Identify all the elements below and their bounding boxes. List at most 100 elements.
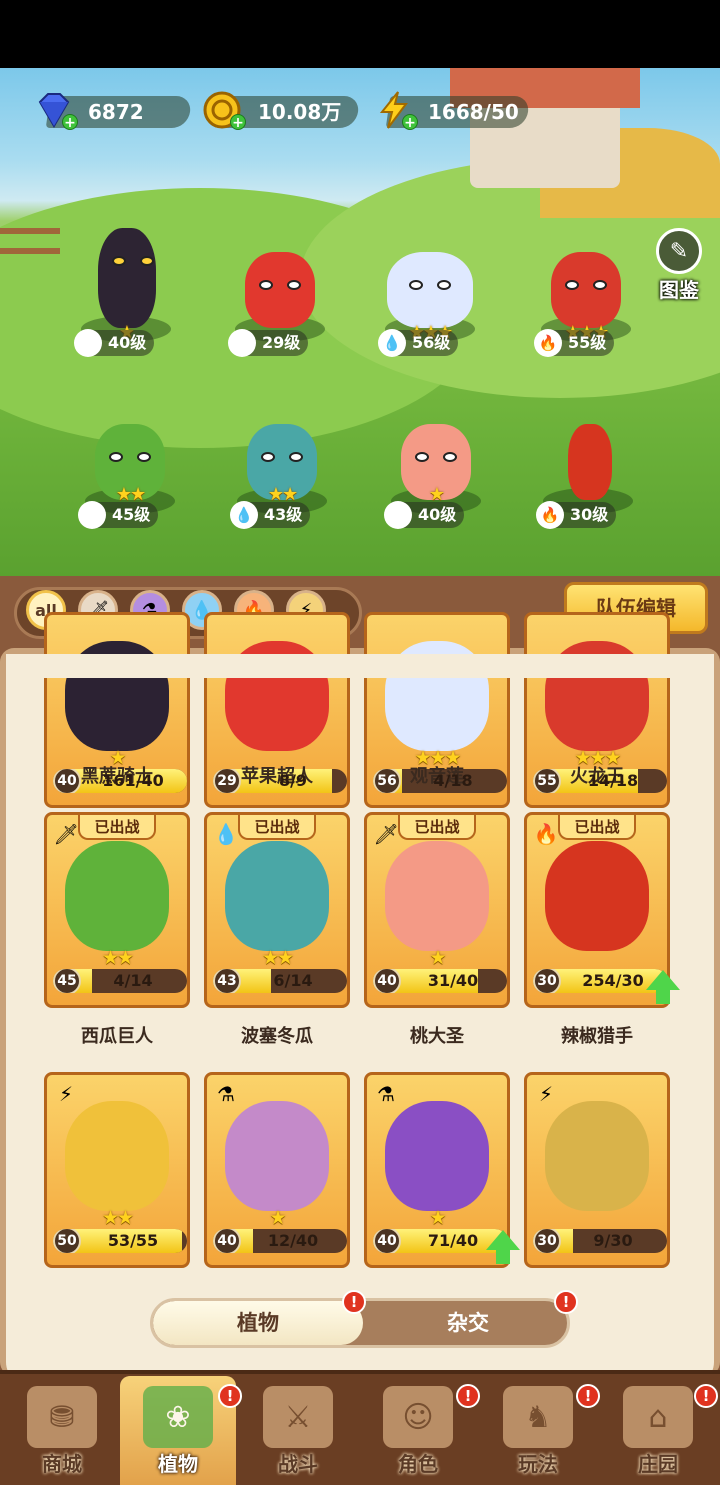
- add-coins-icon[interactable]: +: [230, 114, 246, 131]
- alert-badge: !: [456, 1384, 480, 1408]
- card-progress: 30 9/30: [533, 1229, 667, 1253]
- sword-icon: 🗡: [74, 329, 102, 357]
- shop-icon: ⛃: [27, 1386, 97, 1448]
- field-hero[interactable]: 🔥 30级: [528, 398, 648, 529]
- hero-sprite: [245, 252, 315, 328]
- plant-card[interactable]: 29 8/9: [204, 612, 350, 808]
- plant-card[interactable]: ★ 40 161/40: [44, 612, 190, 808]
- nav-battle[interactable]: ⚔ 战斗: [240, 1376, 356, 1485]
- gems-value: 6872: [88, 100, 144, 124]
- plant-card[interactable]: 已出战 🔥 30 254/30: [524, 812, 670, 1008]
- tab-plants[interactable]: 植物: [153, 1301, 363, 1345]
- card-progress: 40 161/40: [53, 769, 187, 793]
- card-progress: 40 12/40: [213, 1229, 347, 1253]
- card-name: 桃大圣: [410, 1026, 464, 1047]
- lightning-icon: ⚡: [58, 1082, 74, 1106]
- field-hero[interactable]: ★★ 💧 43级: [222, 398, 342, 529]
- plant-card[interactable]: ⚗ ★ 40 71/40: [364, 1072, 510, 1268]
- list-top-edge: [6, 654, 714, 678]
- potion-icon: ⚗: [377, 1082, 395, 1106]
- hero-level-badge: 🗡 40级: [74, 329, 155, 357]
- potion-icon: ⚗: [217, 1082, 235, 1106]
- energy-value: 1668/50: [428, 100, 519, 124]
- card-name: 西瓜巨人: [81, 1026, 153, 1047]
- hero-level-badge: 🔥 30级: [536, 501, 617, 529]
- sword-icon: 🗡: [78, 501, 106, 529]
- hero-sprite: [551, 252, 621, 328]
- card-stars: ★★: [101, 1207, 134, 1229]
- field-hero[interactable]: ★★ 🗡 45级: [70, 398, 190, 529]
- field-hero[interactable]: ★★★ 💧56级: [370, 226, 490, 357]
- hero-level-badge: 💧 56级: [378, 329, 459, 357]
- field-hero[interactable]: ★ 🗡40级: [66, 226, 186, 357]
- card-progress: 55 14/18: [533, 769, 667, 793]
- card-stars: ★: [429, 1207, 446, 1229]
- water-drop-icon: 💧: [230, 501, 258, 529]
- card-name: 辣椒猎手: [561, 1026, 633, 1047]
- add-energy-icon[interactable]: +: [402, 114, 418, 131]
- card-name: 波塞冬瓜: [241, 1026, 313, 1047]
- card-progress: 40 31/40: [373, 969, 507, 993]
- plant-card[interactable]: ★★★ 56 4/18: [364, 612, 510, 808]
- plant-card[interactable]: 已出战 🗡 ★★ 45 4/14: [44, 812, 190, 1008]
- card-progress: 40 71/40: [373, 1229, 507, 1253]
- character-icon: ☺: [383, 1386, 453, 1448]
- coins-value: 10.08万: [258, 100, 342, 124]
- plant-card[interactable]: 已出战 🗡 ★ 40 31/40: [364, 812, 510, 1008]
- nav-shop[interactable]: ⛃ 商城: [4, 1376, 120, 1485]
- alert-badge: !: [342, 1290, 366, 1314]
- card-progress: 56 4/18: [373, 769, 507, 793]
- hero-level-badge: 🗡 29级: [228, 329, 309, 357]
- coin-icon[interactable]: +: [200, 88, 246, 132]
- fire-icon: 🔥: [536, 501, 564, 529]
- alert-badge: !: [694, 1384, 718, 1408]
- alert-badge: !: [218, 1384, 242, 1408]
- card-progress: 29 8/9: [213, 769, 347, 793]
- hero-sprite: [568, 424, 612, 500]
- hero-level-badge: 🔥 55级: [534, 329, 615, 357]
- gem-icon[interactable]: +: [32, 88, 78, 132]
- plant-card[interactable]: 已出战 💧 ★★ 43 6/14: [204, 812, 350, 1008]
- lightning-icon[interactable]: +: [372, 88, 418, 132]
- plant-card[interactable]: ★★★ 55 14/18: [524, 612, 670, 808]
- gameplay-icon: ♞: [503, 1386, 573, 1448]
- fire-icon: 🔥: [533, 822, 559, 846]
- sword-icon: 🗡: [384, 501, 412, 529]
- fire-icon: 🔥: [534, 329, 562, 357]
- card-progress: 45 4/14: [53, 969, 187, 993]
- field-hero[interactable]: ★★★ 🔥55级: [526, 226, 646, 357]
- manor-icon: ⌂: [623, 1386, 693, 1448]
- card-progress: 30 254/30: [533, 969, 667, 993]
- hero-level-badge: 🗡 40级: [384, 501, 465, 529]
- card-stars: ★: [429, 947, 446, 969]
- hero-sprite: [98, 228, 156, 328]
- card-stars: ★★: [261, 947, 294, 969]
- water-drop-icon: 💧: [213, 822, 239, 846]
- hero-sprite: [387, 252, 473, 328]
- alert-badge: !: [554, 1290, 578, 1314]
- list-bottom-edge: [6, 1268, 714, 1292]
- tab-hybrid[interactable]: 杂交: [363, 1301, 567, 1345]
- status-bar: [0, 0, 720, 68]
- water-drop-icon: 💧: [378, 329, 406, 357]
- hero-level-badge: 🗡 45级: [78, 501, 159, 529]
- alert-badge: !: [576, 1384, 600, 1408]
- lightning-icon: ⚡: [538, 1082, 554, 1106]
- battle-icon: ⚔: [263, 1386, 333, 1448]
- fence: [0, 228, 60, 254]
- card-progress: 50 53/55: [53, 1229, 187, 1253]
- sword-icon: 🗡: [228, 329, 256, 357]
- card-stars: ★: [269, 1207, 286, 1229]
- plant-card[interactable]: ⚡ 30 9/30: [524, 1072, 670, 1268]
- add-gems-icon[interactable]: +: [62, 114, 78, 131]
- plant-card[interactable]: ⚗ ★ 40 12/40: [204, 1072, 350, 1268]
- field-hero[interactable]: 🗡 29级: [220, 226, 340, 357]
- field-hero[interactable]: ★ 🗡40级: [376, 398, 496, 529]
- plant-card[interactable]: ⚡ ★★ 50 53/55: [44, 1072, 190, 1268]
- codex-icon: ✎: [656, 228, 702, 274]
- card-progress: 43 6/14: [213, 969, 347, 993]
- codex-label: 图鉴: [659, 278, 699, 302]
- codex-button[interactable]: ✎ 图鉴: [648, 228, 710, 302]
- card-stars: ★★: [101, 947, 134, 969]
- plants-icon: ❀: [143, 1386, 213, 1448]
